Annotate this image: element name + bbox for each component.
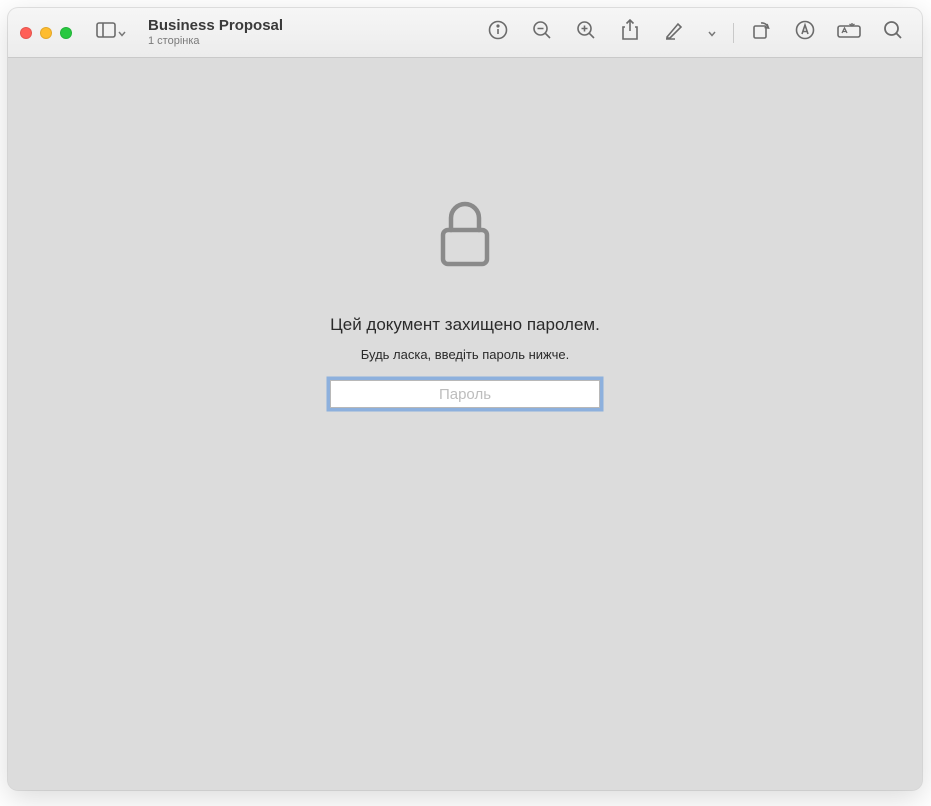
minimize-window-button[interactable] bbox=[40, 27, 52, 39]
share-icon bbox=[621, 19, 639, 46]
lock-icon bbox=[437, 198, 493, 275]
search-icon bbox=[883, 20, 903, 45]
chevron-down-icon bbox=[708, 24, 716, 42]
zoom-window-button[interactable] bbox=[60, 27, 72, 39]
chevron-down-icon bbox=[118, 24, 126, 42]
app-window: Business Proposal 1 сторінка bbox=[8, 8, 922, 790]
lock-subheading: Будь ласка, введіть пароль нижче. bbox=[361, 347, 569, 362]
title-area: Business Proposal 1 сторінка bbox=[148, 17, 283, 48]
marker-icon bbox=[795, 20, 815, 45]
zoom-out-icon bbox=[532, 20, 552, 45]
search-button[interactable] bbox=[882, 22, 904, 44]
toolbar: Business Proposal 1 сторінка bbox=[8, 8, 922, 58]
markup-button[interactable] bbox=[663, 22, 685, 44]
content-area: Цей документ захищено паролем. Будь ласк… bbox=[8, 58, 922, 790]
zoom-out-button[interactable] bbox=[531, 22, 553, 44]
markup-dropdown-button[interactable] bbox=[707, 22, 717, 44]
sidebar-icon bbox=[96, 22, 116, 43]
rotate-icon bbox=[751, 20, 771, 45]
sidebar-toggle-button[interactable] bbox=[92, 18, 130, 47]
info-button[interactable] bbox=[487, 22, 509, 44]
close-window-button[interactable] bbox=[20, 27, 32, 39]
share-button[interactable] bbox=[619, 22, 641, 44]
form-icon bbox=[837, 22, 861, 43]
toolbar-actions bbox=[487, 22, 904, 44]
info-icon bbox=[488, 20, 508, 45]
rotate-button[interactable] bbox=[750, 22, 772, 44]
pencil-icon bbox=[664, 20, 684, 45]
form-button[interactable] bbox=[838, 22, 860, 44]
zoom-in-button[interactable] bbox=[575, 22, 597, 44]
password-input[interactable] bbox=[330, 380, 600, 408]
highlight-button[interactable] bbox=[794, 22, 816, 44]
document-subtitle: 1 сторінка bbox=[148, 35, 283, 48]
window-controls bbox=[20, 27, 72, 39]
toolbar-separator bbox=[733, 23, 734, 43]
zoom-in-icon bbox=[576, 20, 596, 45]
document-title: Business Proposal bbox=[148, 17, 283, 35]
lock-heading: Цей документ захищено паролем. bbox=[330, 315, 600, 335]
